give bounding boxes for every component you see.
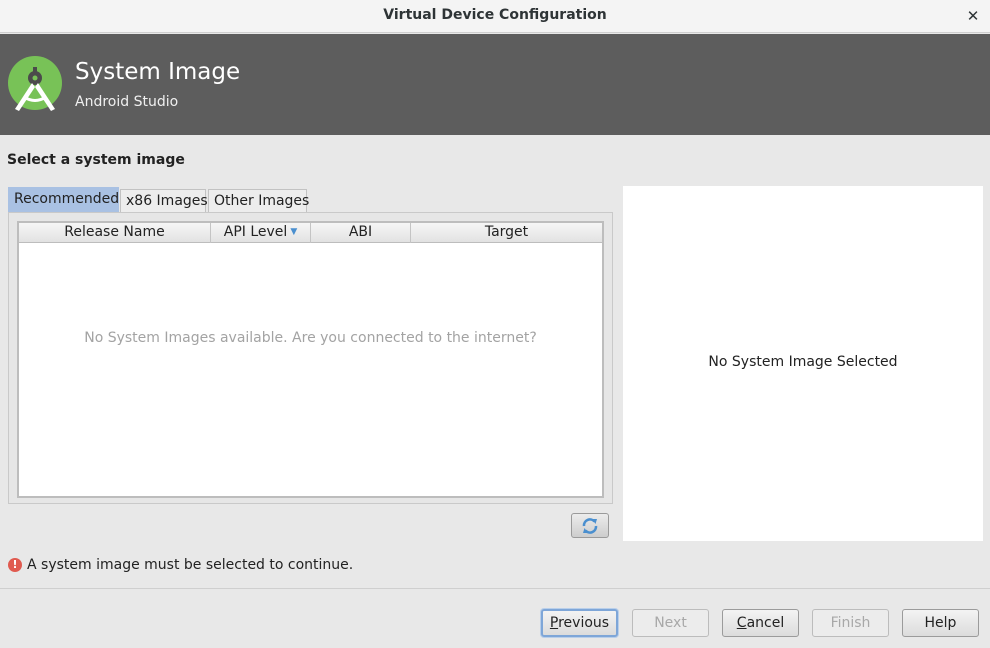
- close-icon[interactable]: ✕: [964, 6, 982, 26]
- system-image-table[interactable]: Release Name API Level ▼ ABI Target No Sy…: [17, 221, 604, 498]
- previous-button[interactable]: Previous: [541, 609, 618, 637]
- column-release-name[interactable]: Release Name: [19, 223, 211, 243]
- cancel-button[interactable]: Cancel: [722, 609, 799, 637]
- page-subtitle: Android Studio: [75, 94, 179, 110]
- refresh-button[interactable]: [571, 513, 609, 538]
- tab-recommended[interactable]: Recommended: [8, 187, 119, 213]
- mnemonic: P: [549, 615, 559, 631]
- table-header: Release Name API Level ▼ ABI Target: [19, 223, 602, 243]
- column-target[interactable]: Target: [411, 223, 602, 243]
- image-details-panel: No System Image Selected: [623, 186, 983, 541]
- error-icon: !: [8, 558, 22, 572]
- window-title: Virtual Device Configuration: [383, 7, 607, 23]
- mnemonic: C: [736, 615, 747, 631]
- button-label-rest: ancel: [746, 615, 785, 631]
- tab-x86-images[interactable]: x86 Images: [120, 189, 208, 213]
- column-label: Target: [484, 224, 529, 240]
- refresh-icon: [582, 517, 598, 534]
- header-banner: System Image Android Studio: [0, 34, 990, 135]
- column-label: ABI: [348, 224, 373, 240]
- tab-other-images[interactable]: Other Images: [208, 189, 309, 213]
- button-label-rest: revious: [558, 615, 610, 631]
- next-button[interactable]: Next: [632, 609, 709, 637]
- validation-message: ! A system image must be selected to con…: [8, 557, 353, 573]
- column-abi[interactable]: ABI: [311, 223, 411, 243]
- help-button[interactable]: Help: [902, 609, 979, 637]
- finish-button[interactable]: Finish: [812, 609, 889, 637]
- column-api-level[interactable]: API Level ▼: [211, 223, 311, 243]
- sort-descending-icon: ▼: [290, 227, 298, 237]
- tab-panel: Release Name API Level ▼ ABI Target No Sy…: [8, 212, 613, 504]
- page-title: System Image: [75, 59, 241, 85]
- column-label: API Level: [223, 224, 288, 240]
- no-selection-message: No System Image Selected: [708, 354, 898, 370]
- title-bar: Virtual Device Configuration ✕: [0, 0, 990, 33]
- empty-table-message: No System Images available. Are you conn…: [84, 330, 537, 346]
- validation-text: A system image must be selected to conti…: [27, 557, 354, 573]
- android-studio-logo-icon: [8, 56, 62, 111]
- section-title: Select a system image: [7, 152, 185, 168]
- footer-divider: [0, 588, 990, 589]
- column-label: Release Name: [64, 224, 165, 240]
